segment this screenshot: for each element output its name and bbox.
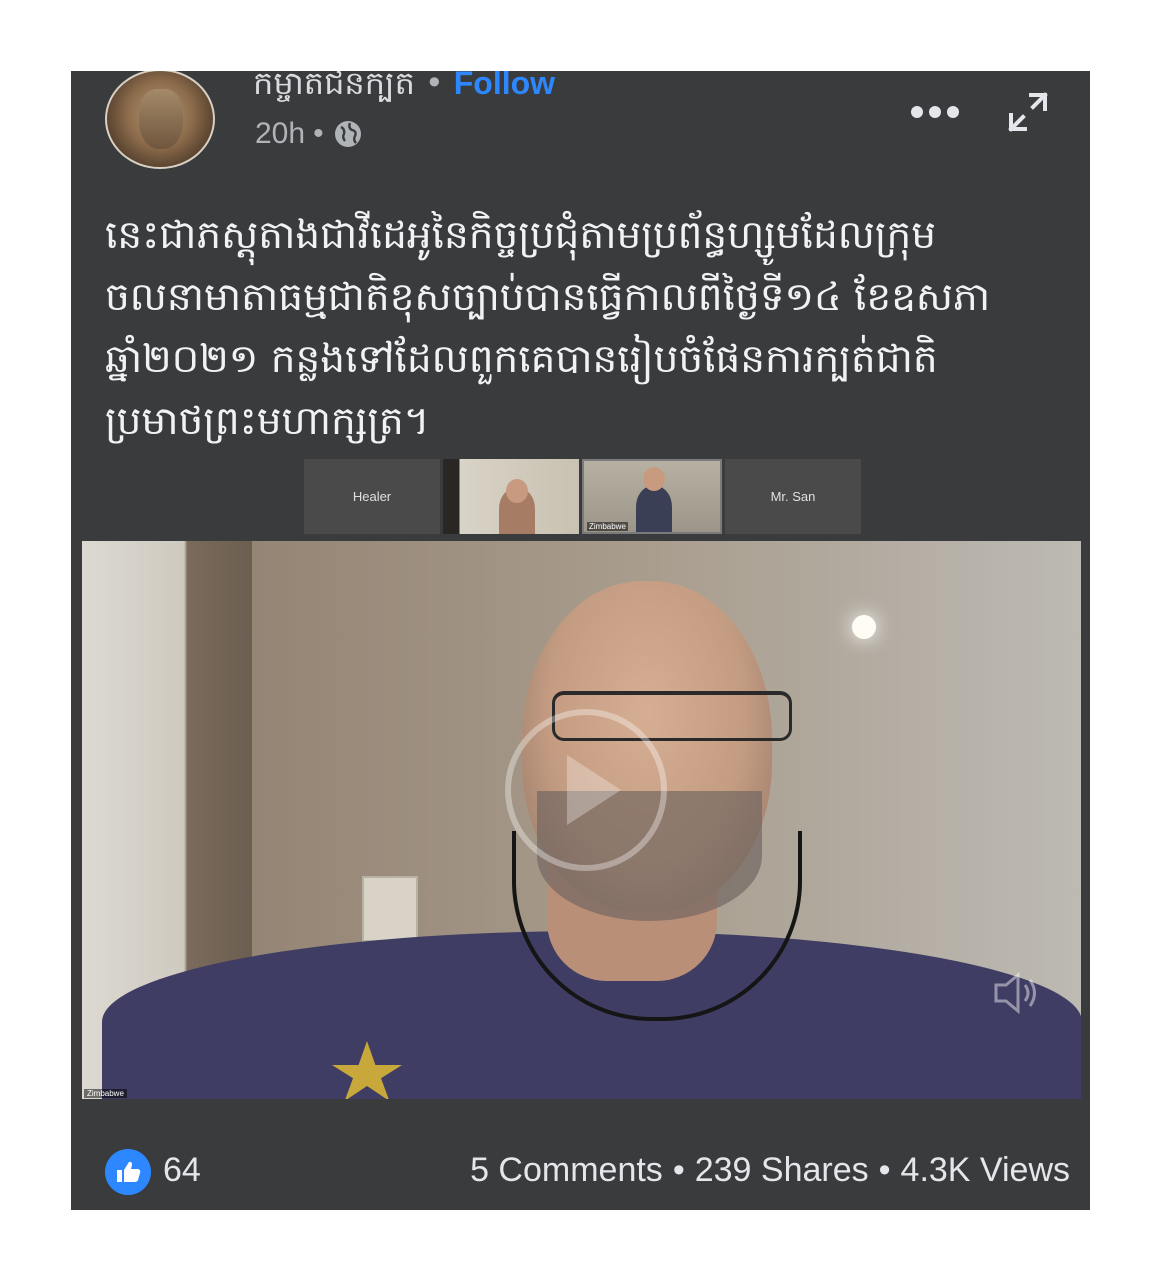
post-footer: 64 5 Comments • 239 Shares • 4.3K Views xyxy=(105,1149,1070,1195)
stats-separator: • xyxy=(878,1151,891,1189)
participant-name: Zimbabwe xyxy=(587,522,628,531)
post-timestamp[interactable]: 20h xyxy=(255,117,305,151)
volume-muted-icon[interactable] xyxy=(988,965,1044,1021)
video-background-switch xyxy=(362,876,418,942)
post-caption: នេះជាភស្តុតាងជាវីដេអូនៃកិច្ចប្រជុំតាមប្រ… xyxy=(105,213,991,444)
video-participant-label: Zimbabwe xyxy=(84,1089,127,1098)
shares-link[interactable]: 239 Shares xyxy=(695,1151,869,1189)
post-meta: 20h • xyxy=(255,117,364,151)
participant-thumbnail-head xyxy=(506,479,528,503)
participant-tile-camera-1 xyxy=(443,459,579,534)
participant-name: Healer xyxy=(352,489,392,504)
post-header: កម្ចាត់ជនក្បត់ • Follow xyxy=(253,71,555,110)
globe-icon xyxy=(334,121,361,147)
expand-icon[interactable] xyxy=(1003,87,1053,137)
meta-separator: • xyxy=(313,117,324,150)
video-player[interactable]: Zimbabwe xyxy=(82,541,1081,1099)
like-count[interactable]: 64 xyxy=(163,1151,201,1190)
participant-thumbnail-person xyxy=(636,486,672,532)
header-separator: • xyxy=(424,71,444,102)
participant-name: Mr. San xyxy=(770,489,816,504)
like-reaction-icon[interactable] xyxy=(105,1149,151,1195)
participant-tile-mr-san: Mr. San xyxy=(725,459,861,534)
views-count: 4.3K Views xyxy=(900,1151,1070,1189)
play-icon[interactable] xyxy=(501,705,671,875)
more-options-icon[interactable] xyxy=(911,97,961,127)
comments-link[interactable]: 5 Comments xyxy=(470,1151,663,1189)
participant-tile-zimbabwe: Zimbabwe xyxy=(582,459,722,534)
participant-strip: Healer Zimbabwe Mr. San xyxy=(304,459,861,534)
participant-thumbnail-head xyxy=(643,467,665,491)
video-background-light xyxy=(852,615,876,639)
author-avatar[interactable] xyxy=(105,71,215,169)
stats-separator: • xyxy=(672,1151,685,1189)
follow-button[interactable]: Follow xyxy=(454,71,555,101)
facebook-post: កម្ចាត់ជនក្បត់ • Follow 20h • នេះជាភស្តុតា… xyxy=(71,71,1090,1210)
avatar-face-image xyxy=(139,89,183,149)
engagement-stats: 5 Comments • 239 Shares • 4.3K Views xyxy=(470,1151,1070,1190)
participant-tile-healer: Healer xyxy=(304,459,440,534)
author-name[interactable]: កម្ចាត់ជនក្បត់ xyxy=(253,71,415,102)
